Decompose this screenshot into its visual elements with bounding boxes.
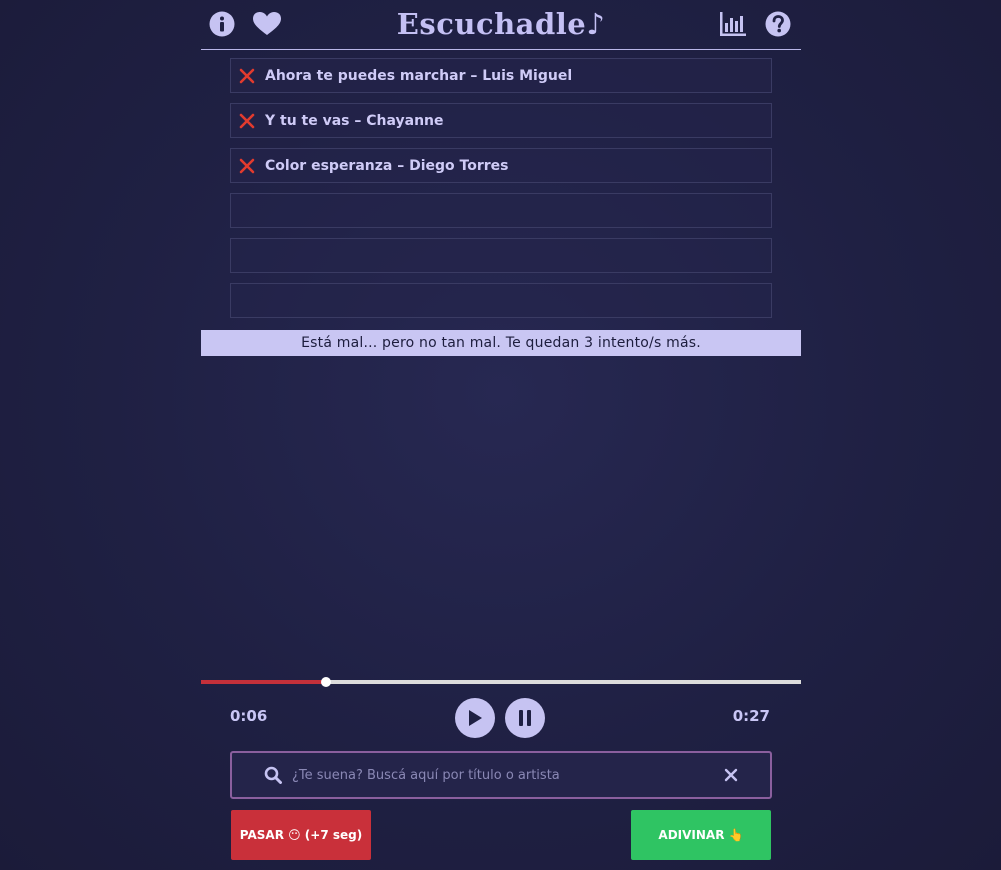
- play-icon: [469, 710, 482, 726]
- guess-text: Color esperanza – Diego Torres: [265, 157, 509, 174]
- guess-row-6: [230, 283, 772, 318]
- guess-text: Ahora te puedes marchar – Luis Miguel: [265, 67, 573, 84]
- guess-row-3: Color esperanza – Diego Torres: [230, 148, 772, 183]
- guess-button[interactable]: ADIVINAR 👆: [631, 810, 771, 860]
- current-time: 0:06: [230, 707, 268, 725]
- pause-icon: [519, 710, 531, 726]
- wrong-x-icon: [239, 158, 255, 173]
- app-container: Escuchadle♪ Ahora te puedes marchar – Lu…: [201, 0, 801, 870]
- search-input[interactable]: [290, 752, 724, 798]
- guess-row-1: Ahora te puedes marchar – Luis Miguel: [230, 58, 772, 93]
- guess-text: Y tu te vas – Chayanne: [265, 112, 444, 129]
- help-button[interactable]: [764, 10, 792, 38]
- search-icon: [264, 766, 282, 784]
- feedback-message: Está mal... pero no tan mal. Te quedan 3…: [201, 330, 801, 356]
- wrong-x-icon: [239, 113, 255, 128]
- stats-icon: [720, 12, 746, 36]
- stats-button[interactable]: [719, 10, 747, 38]
- progress-bar[interactable]: [201, 677, 801, 687]
- app-title: Escuchadle♪: [396, 7, 606, 41]
- guess-row-5: [230, 238, 772, 273]
- guess-row-2: Y tu te vas – Chayanne: [230, 103, 772, 138]
- wrong-x-icon: [239, 68, 255, 83]
- play-button[interactable]: [455, 698, 495, 738]
- skip-button[interactable]: PASAR 😶 (+7 seg): [231, 810, 371, 860]
- help-icon: [765, 11, 791, 37]
- header: Escuchadle♪: [201, 0, 801, 50]
- progress-handle[interactable]: [320, 677, 331, 687]
- progress-fill: [201, 680, 326, 684]
- clear-icon[interactable]: [724, 768, 738, 782]
- pause-button[interactable]: [505, 698, 545, 738]
- guess-row-4: [230, 193, 772, 228]
- guess-list: Ahora te puedes marchar – Luis Miguel Y …: [230, 58, 772, 328]
- total-time: 0:27: [732, 707, 770, 725]
- search-box: [230, 751, 772, 799]
